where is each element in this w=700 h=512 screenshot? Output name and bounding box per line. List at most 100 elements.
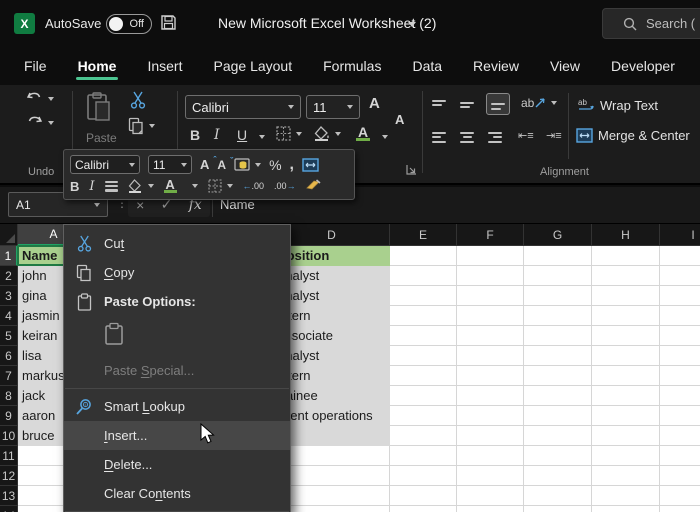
cell-I13[interactable] — [660, 486, 700, 506]
menu-item-delete[interactable]: Delete... — [64, 450, 290, 479]
row-header-4[interactable]: 4 — [0, 306, 18, 326]
percent-style-icon[interactable]: % — [269, 157, 281, 173]
font-dialog-launcher-icon[interactable] — [406, 164, 417, 175]
row-header-11[interactable]: 11 — [0, 446, 18, 466]
title-dropdown-caret[interactable] — [408, 22, 416, 27]
column-header-H[interactable]: H — [592, 224, 660, 246]
cell-G2[interactable] — [524, 266, 592, 286]
cell-F8[interactable] — [457, 386, 524, 406]
row-header-3[interactable]: 3 — [0, 286, 18, 306]
cell-E8[interactable] — [390, 386, 457, 406]
italic-button[interactable]: I — [214, 127, 220, 143]
cell-H3[interactable] — [592, 286, 660, 306]
cell-I2[interactable] — [660, 266, 700, 286]
cell-I10[interactable] — [660, 426, 700, 446]
top-align-icon[interactable] — [432, 97, 446, 113]
column-header-E[interactable]: E — [390, 224, 457, 246]
cell-G11[interactable] — [524, 446, 592, 466]
cell-E10[interactable] — [390, 426, 457, 446]
mini-merge-center-icon[interactable] — [302, 158, 319, 172]
mini-borders-icon[interactable] — [207, 179, 233, 193]
tab-insert[interactable]: Insert — [145, 50, 184, 82]
cell-E12[interactable] — [390, 466, 457, 486]
font-name-select[interactable]: Calibri — [185, 95, 301, 119]
cell-I7[interactable] — [660, 366, 700, 386]
cell-E11[interactable] — [390, 446, 457, 466]
column-header-I[interactable]: I — [660, 224, 700, 246]
cell-D9[interactable]: client operations — [274, 406, 390, 426]
cell-G12[interactable] — [524, 466, 592, 486]
row-header-10[interactable]: 10 — [0, 426, 18, 446]
cell-E7[interactable] — [390, 366, 457, 386]
menu-item-paste-options[interactable]: Paste Options: — [64, 287, 290, 316]
tab-formulas[interactable]: Formulas — [321, 50, 383, 82]
cell-E5[interactable] — [390, 326, 457, 346]
bottom-align-icon[interactable] — [486, 93, 510, 115]
cell-F2[interactable] — [457, 266, 524, 286]
decrease-decimal-icon[interactable]: .00 → — [274, 181, 296, 191]
cell-D7[interactable]: intern — [274, 366, 390, 386]
middle-align-icon[interactable] — [460, 99, 474, 111]
cell-H7[interactable] — [592, 366, 660, 386]
cell-E2[interactable] — [390, 266, 457, 286]
paste-icon[interactable] — [86, 92, 112, 122]
decrease-font-size-button[interactable]: Aˇ — [395, 112, 700, 127]
underline-button[interactable]: U — [237, 127, 247, 143]
mini-font-color-caret[interactable] — [191, 184, 198, 189]
cell-D4[interactable]: intern — [274, 306, 390, 326]
cell-F12[interactable] — [457, 466, 524, 486]
cell-I4[interactable] — [660, 306, 700, 326]
row-header-7[interactable]: 7 — [0, 366, 18, 386]
cell-G14[interactable] — [524, 506, 592, 512]
cell-G5[interactable] — [524, 326, 592, 346]
tab-data[interactable]: Data — [410, 50, 444, 82]
cell-E1[interactable] — [390, 246, 457, 266]
cell-H1[interactable] — [592, 246, 660, 266]
align-center-icon[interactable] — [460, 129, 474, 145]
cell-D1[interactable]: Position — [274, 246, 390, 266]
cell-F4[interactable] — [457, 306, 524, 326]
mini-align-icon[interactable] — [104, 179, 118, 194]
cell-E14[interactable] — [390, 506, 457, 512]
tab-review[interactable]: Review — [471, 50, 521, 82]
cell-G4[interactable] — [524, 306, 592, 326]
menu-item-cut[interactable]: Cut — [64, 229, 290, 258]
cell-F11[interactable] — [457, 446, 524, 466]
redo-button[interactable] — [26, 115, 54, 130]
cell-E4[interactable] — [390, 306, 457, 326]
cell-D6[interactable]: analyst — [274, 346, 390, 366]
paste-option-icon[interactable] — [104, 322, 124, 351]
cell-I12[interactable] — [660, 466, 700, 486]
cell-G13[interactable] — [524, 486, 592, 506]
cell-H11[interactable] — [592, 446, 660, 466]
autosave-toggle[interactable]: Off — [106, 14, 152, 34]
column-header-D[interactable]: D — [274, 224, 390, 246]
tab-view[interactable]: View — [548, 50, 582, 82]
row-header-8[interactable]: 8 — [0, 386, 18, 406]
row-header-6[interactable]: 6 — [0, 346, 18, 366]
cell-D5[interactable]: associate — [274, 326, 390, 346]
align-left-icon[interactable] — [432, 129, 446, 145]
paste-option-button[interactable] — [64, 316, 290, 356]
cell-D13[interactable] — [274, 486, 390, 506]
wrap-text-icon[interactable]: ab — [578, 98, 595, 112]
cell-F14[interactable] — [457, 506, 524, 512]
cell-E13[interactable] — [390, 486, 457, 506]
menu-item-smart-lookup[interactable]: i Smart Lookup — [64, 392, 290, 421]
menu-item-insert[interactable]: Insert... — [64, 421, 290, 450]
cell-E9[interactable] — [390, 406, 457, 426]
copy-icon[interactable] — [128, 117, 155, 135]
merge-center-icon[interactable] — [576, 128, 593, 143]
cell-D14[interactable] — [274, 506, 390, 512]
select-all-corner[interactable] — [0, 224, 18, 246]
cell-G3[interactable] — [524, 286, 592, 306]
cell-F1[interactable] — [457, 246, 524, 266]
cell-H4[interactable] — [592, 306, 660, 326]
search-box[interactable]: Search ( — [602, 8, 700, 39]
cell-E3[interactable] — [390, 286, 457, 306]
wrap-text-label[interactable]: Wrap Text — [600, 98, 658, 113]
cell-H6[interactable] — [592, 346, 660, 366]
increase-indent-icon[interactable]: ⇥≡ — [546, 129, 562, 142]
format-as-table-icon[interactable] — [234, 158, 262, 171]
cut-icon[interactable] — [130, 91, 146, 109]
